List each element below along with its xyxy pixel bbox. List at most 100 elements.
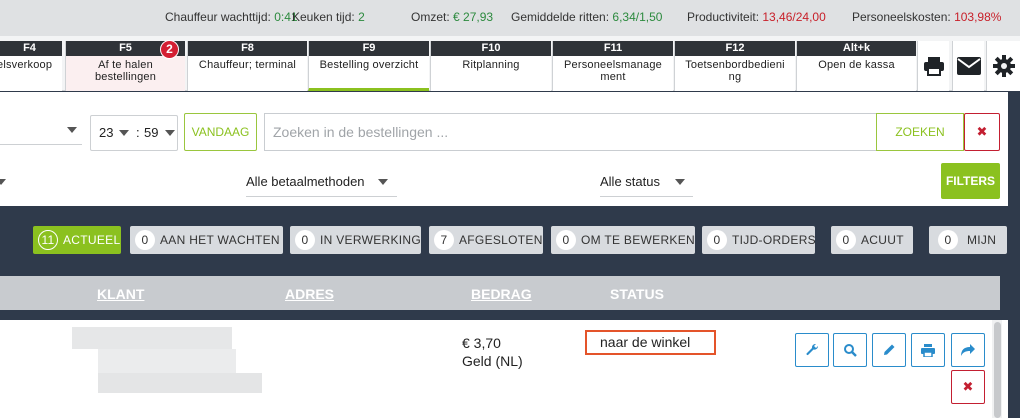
tab-f4[interactable]: F4 elsverkoop (0, 41, 62, 91)
tab-label: Ritplanning (462, 59, 520, 71)
filters-button[interactable]: FILTERS (941, 163, 1000, 199)
tab-label: Toetsenbordbedieni ng (685, 59, 785, 83)
pill-aan-het-wachten[interactable]: 0 AAN HET WACHTEN (130, 226, 283, 254)
tab-key: F8 (188, 41, 307, 56)
tab-label: Personeelsmanage ment (564, 59, 662, 83)
pill-count: 0 (135, 230, 155, 250)
tab-label: Open de kassa (818, 59, 895, 71)
pill-label: MIJN (967, 233, 997, 247)
tab-label: Chauffeur; terminal (198, 59, 297, 71)
forward-icon (961, 344, 975, 356)
print-button[interactable] (917, 41, 949, 91)
pill-acuut[interactable]: 0 ACUUT (831, 226, 913, 254)
pill-count: 0 (707, 230, 727, 250)
pill-in-verwerking[interactable]: 0 IN VERWERKING (290, 226, 421, 254)
print-order-button[interactable] (911, 333, 945, 367)
tab-f10[interactable]: F10 Ritplanning (430, 41, 551, 91)
function-tabs: F4 elsverkoop F5 Af te halen bestellinge… (0, 36, 1020, 91)
pill-label: ACTUEEL (63, 233, 121, 247)
payment-method: Geld (NL) (462, 353, 523, 369)
tab-f11[interactable]: F11 Personeelsmanage ment (552, 41, 673, 91)
pill-label: TIJD-ORDERS (732, 233, 816, 247)
mail-icon (956, 57, 981, 75)
pill-label: ACUUT (861, 233, 904, 247)
pill-tijd-orders[interactable]: 0 TIJD-ORDERS (702, 226, 816, 254)
minute-value: 59 (144, 125, 159, 140)
stat-productivity: Productiviteit: 13,46/24,00 (687, 10, 826, 24)
today-button[interactable]: VANDAAG (184, 113, 257, 151)
forward-order-button[interactable] (951, 333, 985, 367)
table-header: KLANT ADRES BEDRAG STATUS (0, 276, 1000, 310)
pill-actueel[interactable]: 11 ACTUEEL (33, 226, 121, 254)
chevron-down-icon (67, 127, 77, 133)
chevron-down-icon (675, 179, 685, 185)
amount-value: € 3,70 (462, 335, 501, 351)
stat-revenue: Omzet: € 27,93 (411, 10, 494, 24)
printer-icon (921, 343, 935, 357)
pill-om-te-bewerken[interactable]: 0 OM TE BEWERKEN (551, 226, 695, 254)
settings-icon (992, 55, 1015, 77)
tab-alt-k[interactable]: Alt+k Open de kassa (796, 41, 916, 91)
mail-button[interactable] (952, 41, 984, 91)
tab-f12[interactable]: F12 Toetsenbordbedieni ng (674, 41, 795, 91)
view-order-button[interactable] (833, 333, 867, 367)
stat-driver-wait: Chauffeur wachttijd: 0:41 (165, 10, 298, 24)
printer-icon (923, 57, 944, 76)
time-separator: : (136, 125, 140, 140)
tab-key: F11 (553, 41, 673, 56)
tab-f5[interactable]: F5 Af te halen bestellingen 2 (65, 40, 185, 91)
pencil-icon (884, 344, 895, 355)
hour-value: 23 (99, 125, 114, 140)
search-input[interactable]: Zoeken in de bestellingen ... (264, 113, 877, 151)
payment-method-value: Alle betaalmethoden (246, 174, 365, 189)
column-header-adres[interactable]: ADRES (285, 286, 334, 302)
status-value: Alle status (600, 174, 660, 189)
pill-afgesloten[interactable]: 7 AFGESLOTEN (429, 226, 543, 254)
chevron-down-icon (165, 130, 175, 136)
tab-key: F9 (309, 41, 429, 56)
edit-order-button[interactable] (872, 333, 906, 367)
column-header-bedrag[interactable]: BEDRAG (471, 286, 532, 302)
pill-count: 7 (434, 230, 454, 250)
tab-label: Af te halen bestellingen (94, 59, 157, 83)
pill-label: AAN HET WACHTEN (160, 233, 280, 247)
chevron-down-icon (0, 179, 6, 185)
tab-f8[interactable]: F8 Chauffeur; terminal (187, 41, 307, 91)
pill-count: 0 (295, 230, 315, 250)
clear-search-button[interactable]: ✖ (964, 113, 1000, 151)
tab-key: F4 (0, 41, 62, 56)
wrench-icon (806, 343, 819, 356)
date-select[interactable] (0, 115, 82, 145)
scrollbar-thumb[interactable] (994, 322, 1001, 418)
column-header-status: STATUS (610, 286, 664, 302)
pill-count: 11 (38, 230, 58, 250)
pill-count: 0 (836, 230, 856, 250)
tab-key: Alt+k (797, 41, 916, 56)
column-header-klant[interactable]: KLANT (97, 286, 144, 302)
order-status: naar de winkel (585, 330, 716, 355)
vertical-scrollbar[interactable] (992, 320, 1002, 418)
stat-kitchen-time: Keuken tijd: 2 (292, 10, 365, 24)
stats-bar: Chauffeur wachttijd: 0:41 Keuken tijd: 2… (0, 0, 1020, 36)
settings-button[interactable] (986, 41, 1020, 91)
delete-order-button[interactable]: ✖ (951, 370, 985, 404)
search-icon (844, 344, 857, 357)
chevron-down-icon (119, 130, 129, 136)
pill-mijn[interactable]: 0 MIJN (929, 226, 1007, 254)
time-select[interactable]: 23 : 59 (90, 115, 178, 151)
edit-settings-button[interactable] (795, 333, 829, 367)
tab-label: Bestelling overzicht (319, 59, 419, 71)
stat-average-rides: Gemiddelde ritten: 6,34/1,50 (511, 10, 663, 24)
pill-label: AFGESLOTEN (459, 233, 543, 247)
tab-label: elsverkoop (0, 59, 53, 71)
pill-label: OM TE BEWERKEN (581, 233, 695, 247)
filter-select-left[interactable] (0, 167, 10, 197)
payment-method-select[interactable]: Alle betaalmethoden (246, 167, 397, 197)
search-button[interactable]: ZOEKEN (876, 113, 964, 151)
stat-staff-costs: Personeelskosten: 103,98% (852, 10, 1002, 24)
status-select[interactable]: Alle status (600, 167, 693, 197)
tab-key: F12 (675, 41, 795, 56)
order-amount: € 3,70 Geld (NL) (462, 334, 523, 370)
tab-f9[interactable]: F9 Bestelling overzicht (308, 41, 429, 91)
pill-count: 0 (938, 230, 958, 250)
